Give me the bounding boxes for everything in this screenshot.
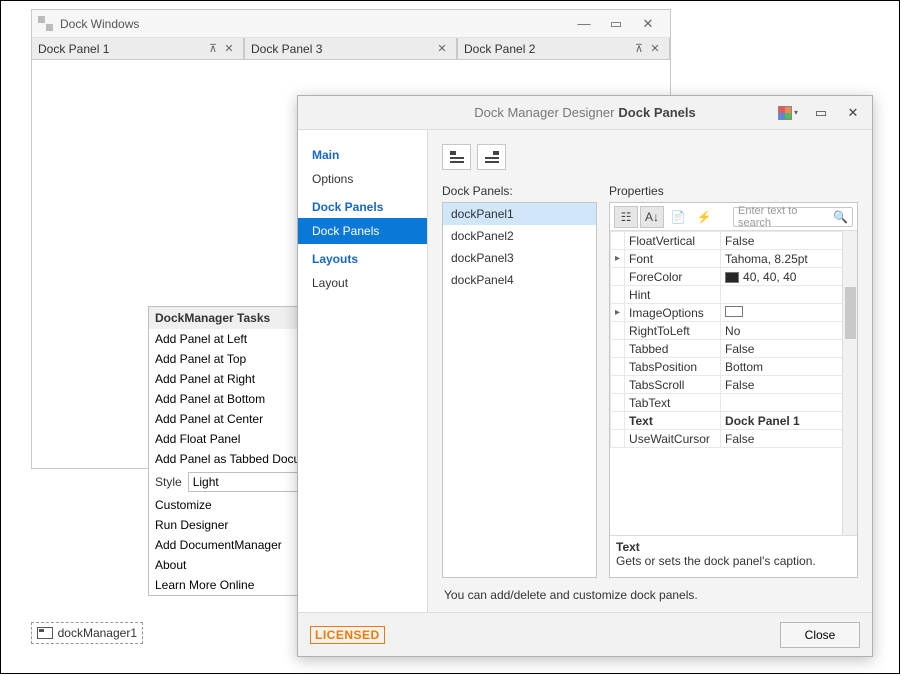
property-scrollbar[interactable] xyxy=(842,231,857,535)
sidebar-cat-dockpanels[interactable]: Dock Panels xyxy=(298,192,427,218)
dialog-close-button[interactable]: ✕ xyxy=(840,102,866,124)
lightning-icon: ⚡ xyxy=(697,210,712,224)
add-dock-right-icon xyxy=(484,149,500,165)
component-icon xyxy=(37,627,53,639)
search-icon: 🔍 xyxy=(833,210,848,224)
close-icon[interactable]: ✕ xyxy=(434,42,450,55)
categorized-button[interactable]: ☷ xyxy=(614,206,638,228)
app-logo-icon xyxy=(38,16,54,32)
property-row[interactable]: UseWaitCursorFalse xyxy=(611,430,857,448)
dock-panel-title: Dock Panel 2 xyxy=(464,42,535,56)
skin-picker-button[interactable]: ▾ xyxy=(774,102,802,124)
add-panel-button[interactable] xyxy=(442,144,471,170)
palette-icon xyxy=(778,106,792,120)
property-grid: ☷ A↓ 📄 ⚡ Enter text to search 🔍 Float xyxy=(609,202,858,578)
chevron-down-icon: ▾ xyxy=(794,108,798,117)
categorized-icon: ☷ xyxy=(621,210,632,224)
events-button[interactable]: ⚡ xyxy=(692,206,716,228)
close-icon[interactable]: ✕ xyxy=(647,42,663,55)
dialog-maximize-button[interactable]: ▭ xyxy=(808,102,834,124)
sidebar-item-dockpanels[interactable]: Dock Panels xyxy=(298,218,427,244)
property-row[interactable]: FloatVerticalFalse xyxy=(611,232,857,250)
dialog-title-main: Dock Panels xyxy=(618,105,695,120)
property-row[interactable]: ForeColor40, 40, 40 xyxy=(611,268,857,286)
designer-main: Dock Panels: dockPanel1 dockPanel2 dockP… xyxy=(428,130,872,612)
list-item[interactable]: dockPanel4 xyxy=(443,269,596,291)
dockpanels-list-label: Dock Panels: xyxy=(442,184,597,198)
sidebar-item-options[interactable]: Options xyxy=(298,166,427,192)
property-grid-toolbar: ☷ A↓ 📄 ⚡ Enter text to search 🔍 xyxy=(610,203,857,231)
dock-panel-title: Dock Panel 3 xyxy=(251,42,322,56)
window-maximize-button[interactable]: ▭ xyxy=(600,10,632,37)
property-search[interactable]: Enter text to search 🔍 xyxy=(733,207,853,227)
pin-icon[interactable]: ⊼ xyxy=(205,42,221,55)
property-row[interactable]: TabText xyxy=(611,394,857,412)
tray-dockmanager[interactable]: dockManager1 xyxy=(31,622,143,644)
property-rows: FloatVerticalFalse ▸FontTahoma, 8.25pt F… xyxy=(610,231,857,448)
close-icon[interactable]: ✕ xyxy=(221,42,237,55)
property-desc-name: Text xyxy=(616,540,851,554)
property-desc-text: Gets or sets the dock panel's caption. xyxy=(616,554,851,568)
sidebar-item-layout[interactable]: Layout xyxy=(298,270,427,296)
color-swatch-icon xyxy=(725,272,739,283)
properties-label: Properties xyxy=(609,184,858,198)
sidebar-cat-main[interactable]: Main xyxy=(298,140,427,166)
dialog-titlebar[interactable]: Dock Manager Designer Dock Panels ▾ ▭ ✕ xyxy=(298,96,872,130)
designer-hint: You can add/delete and customize dock pa… xyxy=(442,578,858,602)
licensed-badge: LICENSED xyxy=(310,626,385,644)
dialog-footer: LICENSED Close xyxy=(298,612,872,656)
properties-page-icon: 📄 xyxy=(671,210,686,224)
property-row[interactable]: TextDock Panel 1 xyxy=(611,412,857,430)
designer-sidebar: Main Options Dock Panels Dock Panels Lay… xyxy=(298,130,428,612)
tray-label: dockManager1 xyxy=(58,626,137,640)
scrollbar-thumb[interactable] xyxy=(845,287,856,339)
remove-panel-button[interactable] xyxy=(477,144,506,170)
list-item[interactable]: dockPanel3 xyxy=(443,247,596,269)
list-item[interactable]: dockPanel1 xyxy=(443,203,596,225)
dock-manager-designer-dialog: Dock Manager Designer Dock Panels ▾ ▭ ✕ … xyxy=(297,95,873,657)
image-placeholder-icon xyxy=(725,306,743,317)
property-description: Text Gets or sets the dock panel's capti… xyxy=(610,535,857,577)
add-dock-left-icon xyxy=(449,149,465,165)
properties-button[interactable]: 📄 xyxy=(666,206,690,228)
property-row[interactable]: ▸FontTahoma, 8.25pt xyxy=(611,250,857,268)
sort-az-icon: A↓ xyxy=(645,210,659,224)
dock-panel-header-2[interactable]: Dock Panel 2 ⊼ ✕ xyxy=(457,38,670,60)
property-row[interactable]: TabsScrollFalse xyxy=(611,376,857,394)
search-placeholder: Enter text to search xyxy=(738,205,833,229)
window-minimize-button[interactable]: — xyxy=(568,10,600,37)
dockpanels-listbox[interactable]: dockPanel1 dockPanel2 dockPanel3 dockPan… xyxy=(442,202,597,578)
property-row[interactable]: TabbedFalse xyxy=(611,340,857,358)
window-close-button[interactable]: ✕ xyxy=(632,10,664,37)
pin-icon[interactable]: ⊼ xyxy=(631,42,647,55)
dock-panel-header-3[interactable]: Dock Panel 3 ✕ xyxy=(244,38,457,60)
dock-panel-header-1[interactable]: Dock Panel 1 ⊼ ✕ xyxy=(32,38,244,60)
property-row[interactable]: TabsPositionBottom xyxy=(611,358,857,376)
list-item[interactable]: dockPanel2 xyxy=(443,225,596,247)
component-tray: dockManager1 xyxy=(31,622,143,652)
sidebar-cat-layouts[interactable]: Layouts xyxy=(298,244,427,270)
property-row[interactable]: RightToLeftNo xyxy=(611,322,857,340)
close-button[interactable]: Close xyxy=(780,622,860,648)
window-titlebar[interactable]: Dock Windows — ▭ ✕ xyxy=(32,10,670,38)
style-label: Style xyxy=(155,475,182,489)
dock-panel-title: Dock Panel 1 xyxy=(38,42,109,56)
dock-panel-headers: Dock Panel 1 ⊼ ✕ Dock Panel 3 ✕ Dock Pan… xyxy=(32,38,670,60)
dialog-title-prefix: Dock Manager Designer xyxy=(474,105,614,120)
designer-toolbar xyxy=(442,144,858,170)
property-row[interactable]: Hint xyxy=(611,286,857,304)
window-title: Dock Windows xyxy=(60,17,139,31)
property-row[interactable]: ▸ImageOptions xyxy=(611,304,857,322)
alphabetical-button[interactable]: A↓ xyxy=(640,206,664,228)
